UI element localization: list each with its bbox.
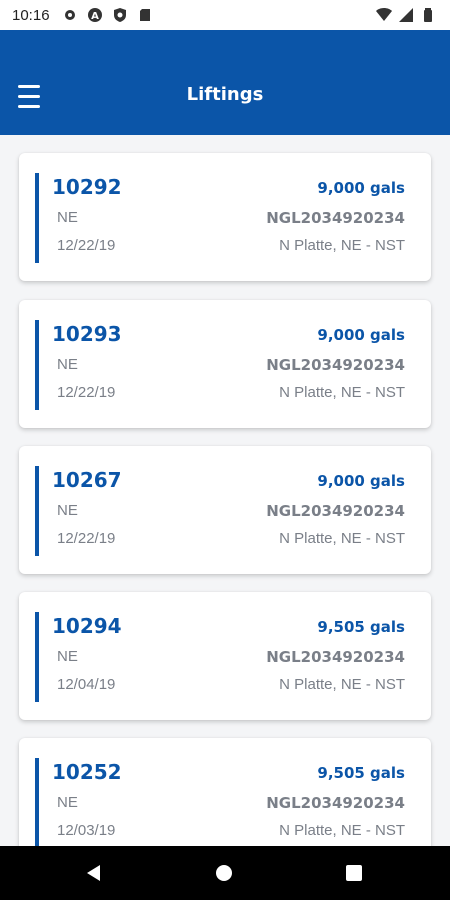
lifting-location: N Platte, NE - NST	[279, 676, 405, 693]
lifting-code: NGL2034920234	[266, 502, 405, 520]
status-bar: 10:16 A	[0, 0, 450, 30]
settings-icon	[64, 10, 75, 20]
lifting-state: NE	[57, 794, 78, 811]
lifting-card[interactable]: 10294 9,505 gals NE NGL2034920234 12/04/…	[19, 592, 431, 720]
wifi-icon	[376, 8, 392, 21]
home-icon[interactable]	[216, 865, 232, 881]
card-accent-bar	[35, 320, 39, 410]
lifting-location: N Platte, NE - NST	[279, 822, 405, 839]
lifting-code: NGL2034920234	[266, 648, 405, 666]
lifting-state: NE	[57, 648, 78, 665]
lifting-date: 12/22/19	[57, 237, 116, 254]
lifting-id: 10292	[52, 175, 122, 199]
lifting-card[interactable]: 10292 9,000 gals NE NGL2034920234 12/22/…	[19, 153, 431, 281]
signal-icon	[399, 8, 413, 22]
status-icons: A	[62, 7, 153, 23]
a-icon: A	[87, 8, 102, 22]
status-right	[376, 7, 436, 23]
card-accent-bar	[35, 466, 39, 556]
lifting-state: NE	[57, 356, 78, 373]
lifting-card[interactable]: 10267 9,000 gals NE NGL2034920234 12/22/…	[19, 446, 431, 574]
app-bar: Liftings	[0, 30, 450, 135]
status-time: 10:16	[12, 6, 50, 24]
lifting-code: NGL2034920234	[266, 356, 405, 374]
card-accent-bar	[35, 612, 39, 702]
lifting-location: N Platte, NE - NST	[279, 237, 405, 254]
lifting-id: 10293	[52, 322, 122, 346]
lifting-date: 12/22/19	[57, 530, 116, 547]
svg-text:A: A	[91, 11, 99, 22]
card-accent-bar	[35, 173, 39, 263]
lifting-state: NE	[57, 502, 78, 519]
lifting-code: NGL2034920234	[266, 209, 405, 227]
page-title: Liftings	[186, 84, 264, 105]
lifting-id: 10252	[52, 760, 122, 784]
lifting-gallons: 9,000 gals	[317, 326, 405, 344]
liftings-list[interactable]: 10292 9,000 gals NE NGL2034920234 12/22/…	[0, 135, 450, 846]
lifting-date: 12/22/19	[57, 384, 116, 401]
lifting-gallons: 9,000 gals	[317, 472, 405, 490]
shield-icon	[113, 8, 126, 22]
lifting-id: 10267	[52, 468, 122, 492]
lifting-gallons: 9,505 gals	[317, 764, 405, 782]
lifting-state: NE	[57, 209, 78, 226]
lifting-card[interactable]: 10252 9,505 gals NE NGL2034920234 12/03/…	[19, 738, 431, 846]
menu-icon-line	[18, 105, 40, 108]
lifting-date: 12/03/19	[57, 822, 116, 839]
lifting-gallons: 9,505 gals	[317, 618, 405, 636]
lifting-code: NGL2034920234	[266, 794, 405, 812]
card-accent-bar	[35, 758, 39, 846]
lifting-card[interactable]: 10293 9,000 gals NE NGL2034920234 12/22/…	[19, 300, 431, 428]
navigation-bar	[0, 846, 450, 900]
back-icon[interactable]	[85, 864, 103, 882]
lifting-location: N Platte, NE - NST	[279, 384, 405, 401]
battery-icon	[424, 8, 432, 22]
lifting-date: 12/04/19	[57, 676, 116, 693]
lifting-gallons: 9,000 gals	[317, 179, 405, 197]
recents-icon[interactable]	[346, 865, 362, 881]
lifting-id: 10294	[52, 614, 122, 638]
lifting-location: N Platte, NE - NST	[279, 530, 405, 547]
sd-card-icon	[139, 9, 150, 21]
